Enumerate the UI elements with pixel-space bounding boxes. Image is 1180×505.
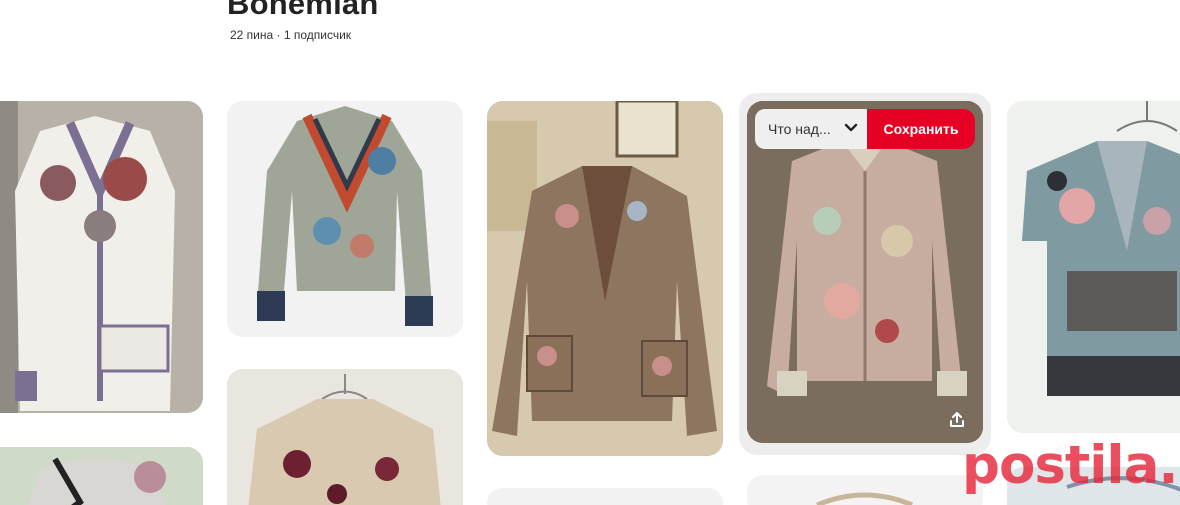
pin-image xyxy=(487,101,723,456)
pin-partial-bottom-2[interactable] xyxy=(747,475,983,505)
share-button[interactable] xyxy=(942,405,972,435)
board-title: Bohemian xyxy=(227,0,379,21)
pin-image xyxy=(1007,101,1180,433)
board-select-label: Что над... xyxy=(768,121,831,137)
board-select-dropdown[interactable]: Что над... xyxy=(755,109,867,149)
share-icon xyxy=(950,412,964,427)
pin-image xyxy=(227,369,463,505)
pin-image xyxy=(747,101,983,443)
pin-sheer-blouse[interactable] xyxy=(227,369,463,505)
pin-partial-bottom[interactable] xyxy=(487,488,723,505)
watermark-text: postila.ru xyxy=(962,435,1180,496)
pin-partial-top[interactable] xyxy=(0,447,203,505)
pin-image xyxy=(0,101,203,413)
pin-white-jacket[interactable] xyxy=(0,101,203,413)
pin-pink-cardigan[interactable] xyxy=(747,101,983,443)
chevron-down-icon xyxy=(844,123,858,132)
board-meta[interactable]: 22 пина · 1 подписчик xyxy=(230,28,351,42)
pin-tweed-blazer[interactable] xyxy=(487,101,723,456)
save-button[interactable]: Сохранить xyxy=(867,109,975,149)
pin-sequin-blouse[interactable] xyxy=(1007,101,1180,433)
pin-image xyxy=(747,475,983,505)
pin-image xyxy=(227,101,463,337)
pin-grey-cardigan[interactable] xyxy=(227,101,463,337)
pin-image xyxy=(0,447,203,505)
